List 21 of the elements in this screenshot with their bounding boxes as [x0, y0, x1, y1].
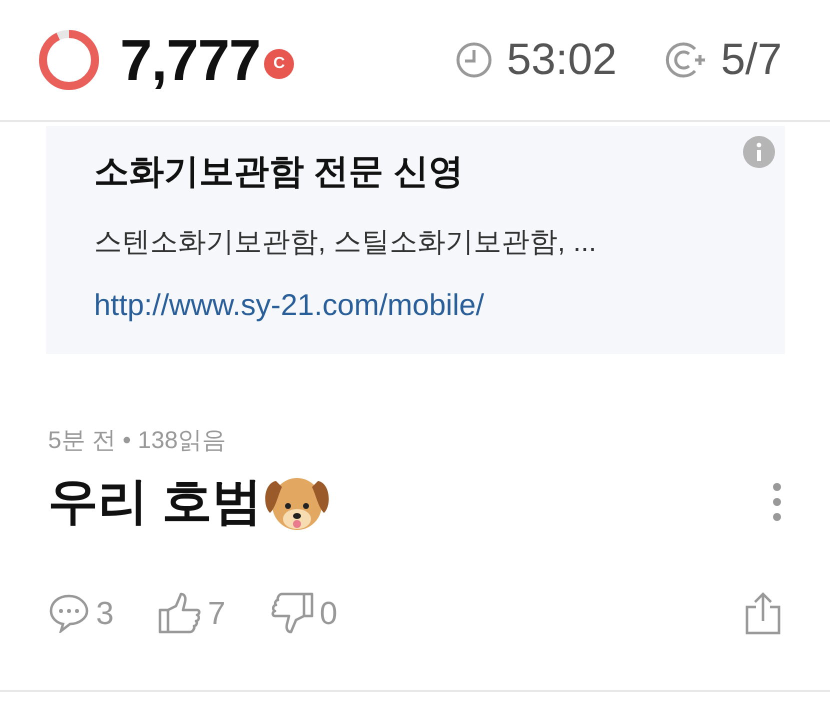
info-icon[interactable] [743, 136, 775, 168]
like-count: 7 [208, 594, 226, 632]
dislike-count: 0 [320, 594, 338, 632]
comment-icon[interactable] [48, 593, 90, 633]
coin-badge: C [264, 49, 294, 79]
more-icon[interactable] [772, 482, 782, 522]
share-icon[interactable] [744, 591, 782, 635]
points-value: 7,777 [120, 26, 260, 94]
thumbs-up-icon[interactable] [158, 592, 202, 634]
timer-text: 53:02 [506, 35, 617, 85]
progress-ring [38, 29, 100, 91]
ad-description: 스텐소화기보관함, 스틸소화기보관함, ... [94, 225, 598, 259]
ad-link[interactable]: http://www.sy-21.com/mobile/ [94, 289, 484, 323]
coin-plus-icon [664, 41, 707, 79]
ad-title: 소화기보관함 전문 신영 [94, 151, 464, 193]
clock-icon [454, 41, 493, 79]
thumbs-down-icon[interactable] [270, 592, 314, 634]
comment-count: 3 [96, 594, 114, 632]
post-meta: 5분 전 • 138읽음 [48, 427, 226, 454]
count-text: 5/7 [720, 35, 782, 85]
post-title: 우리 호범 [48, 472, 262, 531]
